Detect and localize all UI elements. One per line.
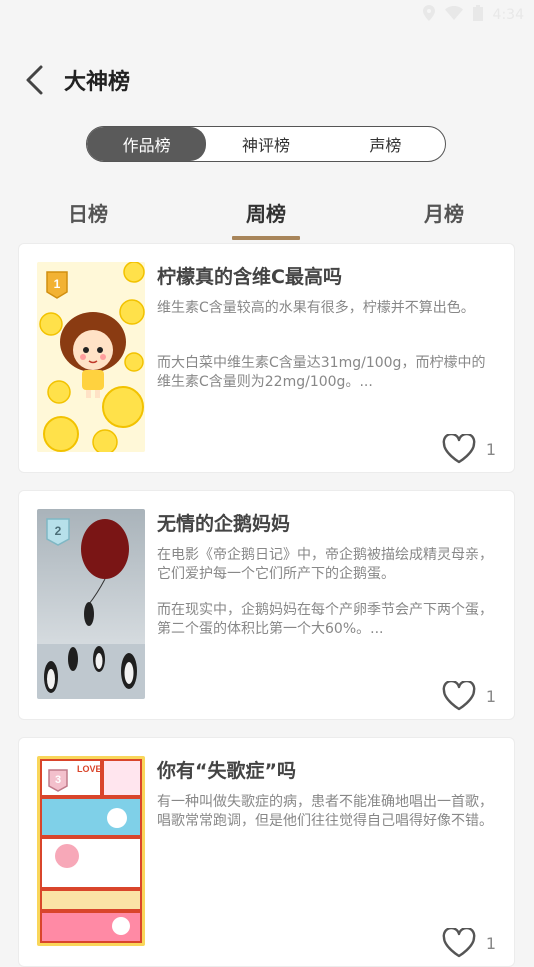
post-card[interactable]: 1 柠檬真的含维C最高吗 维生素C含量较高的水果有很多，柠檬并不算出色。 而大白…	[18, 243, 515, 473]
post-title: 你有“失歌症”吗	[157, 760, 296, 782]
back-button[interactable]	[12, 58, 56, 102]
post-title: 柠檬真的含维C最高吗	[157, 266, 342, 288]
battery-icon	[472, 5, 483, 25]
like-count: 1	[485, 686, 496, 706]
chevron-left-icon	[26, 65, 43, 95]
location-icon	[422, 5, 435, 25]
segment-voice[interactable]: 声榜	[326, 127, 445, 161]
post-excerpt: 而大白菜中维生素C含量达31mg/100g，而柠檬中的维生素C含量则为22mg/…	[157, 355, 486, 390]
post-excerpt: 维生素C含量较高的水果有很多，柠檬并不算出色。	[157, 300, 475, 316]
post-card[interactable]: LOVE 3 你有“失歌症”吗 有一种叫做失歌症的病，患者不能准确地唱出一首歌，…	[18, 737, 515, 967]
app-header: 大神榜	[0, 52, 534, 108]
post-title: 无情的企鹅妈妈	[157, 513, 291, 535]
post-card[interactable]: 2 无情的企鹅妈妈 在电影《帝企鹅日记》中，帝企鹅被描绘成精灵母亲，它们爱护每一…	[18, 490, 515, 720]
post-thumbnail: LOVE 3	[37, 756, 145, 946]
wifi-icon	[444, 6, 463, 24]
heart-icon[interactable]	[442, 434, 476, 464]
tab-monthly[interactable]: 月榜	[424, 198, 464, 227]
tab-daily[interactable]: 日榜	[68, 198, 108, 227]
thumbnail-love-text: LOVE	[77, 764, 102, 774]
like-count: 1	[485, 933, 496, 953]
like-control[interactable]: 1	[442, 681, 496, 711]
post-excerpt: 有一种叫做失歌症的病，患者不能准确地唱出一首歌，唱歌常常跑调，但是他们往往觉得自…	[157, 794, 493, 829]
segment-comments[interactable]: 神评榜	[206, 127, 325, 161]
heart-icon[interactable]	[442, 681, 476, 711]
active-tab-indicator	[232, 236, 300, 240]
page-title: 大神榜	[64, 70, 131, 95]
ranking-type-segmented-control: 作品榜 神评榜 声榜	[86, 126, 446, 162]
period-tabs: 日榜 周榜 月榜	[0, 182, 534, 244]
like-count: 1	[485, 439, 496, 459]
rank-badge-text: 3	[55, 774, 61, 786]
tab-weekly[interactable]: 周榜	[246, 198, 286, 227]
rank-badge-text: 1	[54, 277, 61, 291]
status-bar: 4:34	[0, 0, 534, 30]
like-control[interactable]: 1	[442, 928, 496, 958]
like-control[interactable]: 1	[442, 434, 496, 464]
post-excerpt: 在电影《帝企鹅日记》中，帝企鹅被描绘成精灵母亲，它们爱护每一个它们所产下的企鹅蛋…	[157, 547, 493, 582]
heart-icon[interactable]	[442, 928, 476, 958]
post-excerpt: 而在现实中，企鹅妈妈在每个产卵季节会产下两个蛋，第二个蛋的体积比第一个大60%。…	[157, 602, 493, 637]
status-time: 4:34	[492, 7, 524, 23]
post-thumbnail: 1	[37, 262, 145, 452]
segment-works[interactable]: 作品榜	[87, 127, 207, 161]
rank-badge-text: 2	[55, 524, 62, 538]
post-thumbnail: 2	[37, 509, 145, 699]
